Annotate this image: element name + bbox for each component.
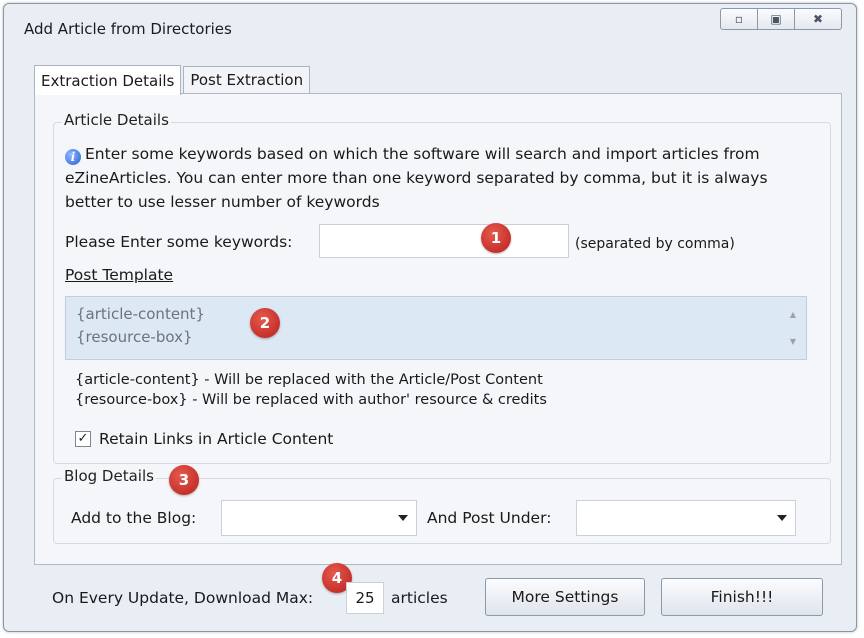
minimize-button[interactable]: ▫	[720, 8, 758, 30]
add-to-blog-label: Add to the Blog:	[71, 509, 197, 527]
scroll-down-icon[interactable]: ▼	[790, 330, 796, 353]
blog-details-title: Blog Details	[62, 467, 156, 485]
step-badge-2: 2	[250, 308, 280, 338]
download-max-label: On Every Update, Download Max:	[52, 589, 314, 607]
tab-panel: Article Details i Enter some keywords bas…	[34, 93, 842, 565]
template-notes: {article-content} - Will be replaced wit…	[75, 370, 547, 410]
maximize-button[interactable]: ▣	[758, 8, 795, 30]
info-text: Enter some keywords based on which the s…	[65, 145, 768, 211]
retain-links-label: Retain Links in Article Content	[99, 430, 334, 448]
note-resource-box: {resource-box} - Will be replaced with a…	[75, 392, 547, 408]
window-controls: ▫ ▣ ✖	[720, 8, 842, 30]
more-settings-button[interactable]: More Settings	[485, 578, 645, 616]
post-template-textarea[interactable]: {article-content} {resource-box} ▲ ▼	[65, 296, 807, 360]
scroll-up-icon[interactable]: ▲	[790, 303, 796, 326]
tab-extraction-details[interactable]: Extraction Details	[34, 65, 182, 95]
articles-label: articles	[391, 589, 448, 607]
tab-post-extraction[interactable]: Post Extraction	[183, 66, 311, 95]
post-template-label: Post Template	[65, 266, 174, 284]
article-details-title: Article Details	[62, 111, 171, 129]
title-bar: Add Article from Directories ▫ ▣ ✖	[4, 4, 856, 48]
step-badge-1: 1	[481, 223, 511, 253]
category-select[interactable]	[576, 500, 796, 536]
info-text-block: i Enter some keywords based on which the …	[65, 142, 805, 214]
close-icon: ✖	[812, 12, 824, 26]
note-article-content: {article-content} - Will be replaced wit…	[75, 372, 543, 388]
tab-strip: Extraction Details Post Extraction	[34, 61, 312, 95]
retain-links-checkbox[interactable]: ✓	[75, 431, 91, 447]
step-badge-3: 3	[169, 465, 199, 495]
close-button[interactable]: ✖	[795, 8, 842, 30]
info-icon: i	[65, 149, 81, 165]
minimize-icon: ▫	[734, 12, 744, 26]
template-line-article-content: {article-content}	[76, 305, 205, 323]
finish-button[interactable]: Finish!!!	[661, 578, 823, 616]
maximize-icon: ▣	[770, 12, 782, 26]
max-articles-input[interactable]: 25	[346, 582, 384, 614]
window-title: Add Article from Directories	[24, 20, 232, 38]
retain-links-option[interactable]: ✓ Retain Links in Article Content	[75, 430, 333, 448]
dialog-window: Add Article from Directories ▫ ▣ ✖ Extra…	[3, 3, 857, 632]
blog-select[interactable]	[221, 500, 417, 536]
template-line-resource-box: {resource-box}	[76, 328, 193, 346]
chevron-down-icon[interactable]	[777, 515, 787, 521]
keywords-label: Please Enter some keywords:	[65, 233, 293, 251]
post-under-label: And Post Under:	[427, 509, 552, 527]
keywords-hint: (separated by comma)	[575, 236, 735, 252]
chevron-down-icon[interactable]	[398, 515, 408, 521]
keywords-input[interactable]	[319, 224, 569, 258]
